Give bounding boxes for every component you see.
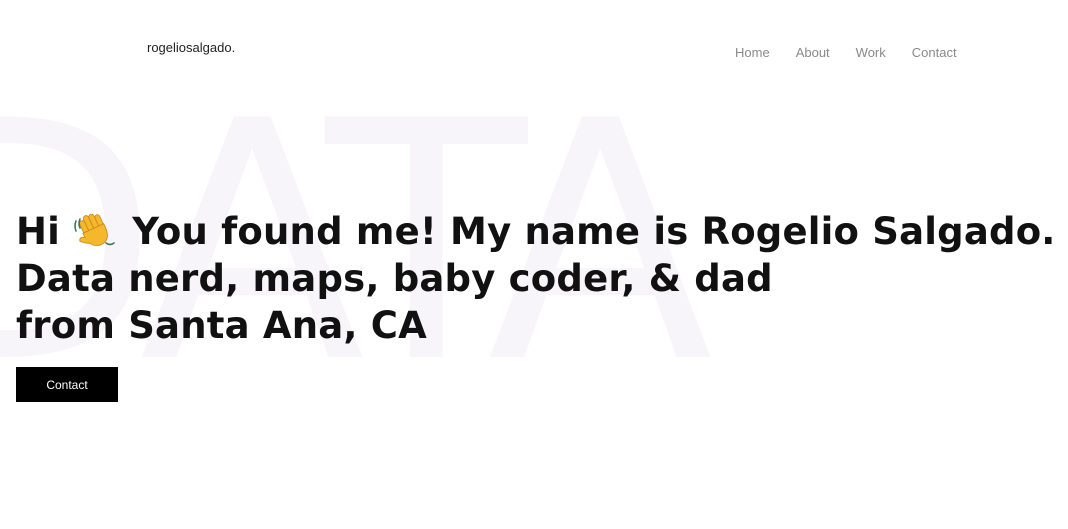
- hero-greeting: Hi: [16, 210, 61, 253]
- nav-work-link[interactable]: Work: [856, 45, 886, 60]
- nav-home-link[interactable]: Home: [735, 45, 770, 60]
- contact-button[interactable]: Contact: [16, 367, 118, 402]
- hero-location: from Santa Ana, CA: [16, 304, 427, 347]
- nav-contact-link[interactable]: Contact: [912, 45, 957, 60]
- waving-hand-icon: [74, 213, 115, 246]
- site-logo[interactable]: rogeliosalgado.: [147, 40, 235, 55]
- hero-heading: Hi You found me! My name is Rogelio Salg…: [16, 207, 1056, 349]
- hero: Hi You found me! My name is Rogelio Salg…: [16, 207, 1056, 349]
- hero-tagline: Data nerd, maps, baby coder, & dad: [16, 257, 773, 300]
- nav-about-link[interactable]: About: [796, 45, 830, 60]
- hero-intro: You found me! My name is Rogelio Salgado…: [132, 210, 1056, 253]
- page: DATA rogeliosalgado. Home About Work Con…: [0, 0, 1068, 529]
- main-nav: Home About Work Contact: [735, 45, 983, 60]
